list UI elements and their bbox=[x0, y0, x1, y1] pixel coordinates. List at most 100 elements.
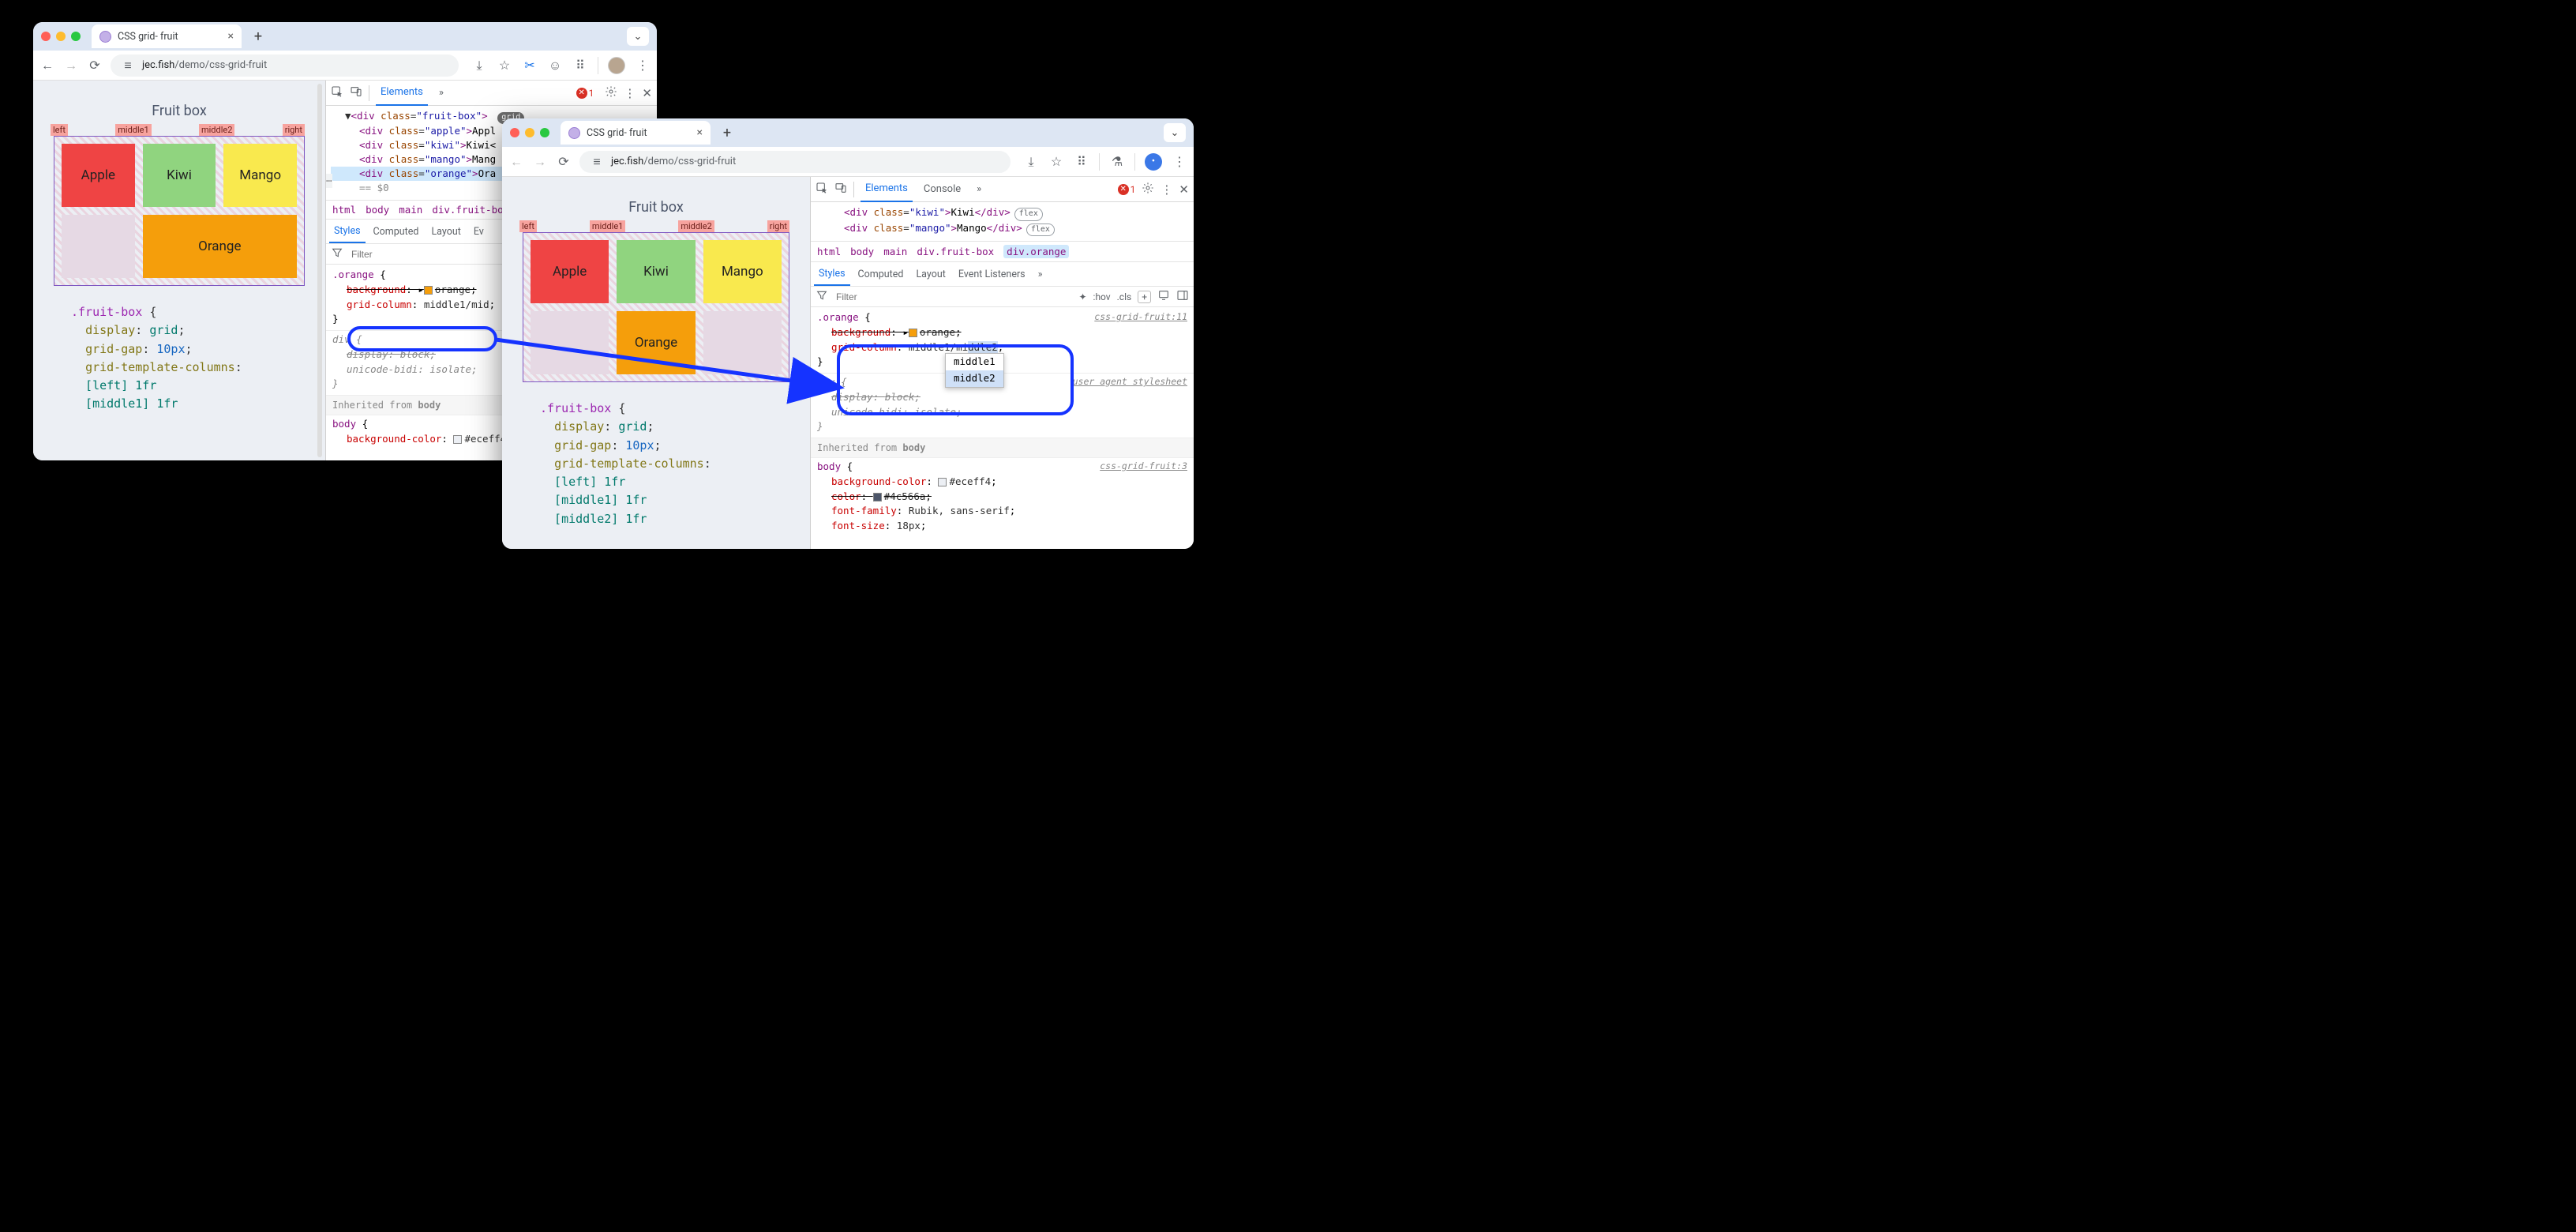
close-window-icon[interactable] bbox=[41, 32, 51, 41]
tab-computed[interactable]: Computed bbox=[853, 262, 909, 286]
cell-kiwi: Kiwi bbox=[143, 144, 216, 207]
fruit-grid: Apple Kiwi Mango Orange bbox=[54, 136, 305, 286]
bookmark-icon[interactable]: ☆ bbox=[1048, 154, 1064, 169]
site-settings-icon[interactable]: ≡ bbox=[589, 154, 605, 170]
tab-styles[interactable]: Styles bbox=[814, 262, 850, 286]
back-button[interactable]: ← bbox=[508, 154, 524, 170]
device-toolbar-icon[interactable] bbox=[834, 182, 847, 197]
tabs-dropdown-button[interactable]: ⌄ bbox=[1164, 123, 1186, 142]
tabs-overflow[interactable]: » bbox=[972, 177, 986, 202]
extensions-icon[interactable]: ⠿ bbox=[572, 58, 588, 73]
error-counter[interactable]: ✕1 bbox=[1118, 184, 1136, 195]
omnibox[interactable]: ≡ jec.fish/demo/css-grid-fruit bbox=[111, 54, 459, 77]
window-controls[interactable] bbox=[41, 32, 81, 41]
reload-button[interactable]: ⟳ bbox=[87, 58, 103, 73]
devtools-close-icon[interactable]: ✕ bbox=[1179, 182, 1189, 197]
autocomplete-item[interactable]: middle2 bbox=[946, 370, 1003, 387]
tab-layout[interactable]: Layout bbox=[911, 262, 950, 286]
page-viewport: Fruit box left middle1 middle2 right App… bbox=[33, 81, 325, 460]
filter-icon bbox=[331, 246, 343, 261]
tab-layout[interactable]: Layout bbox=[426, 220, 465, 243]
minimize-window-icon[interactable] bbox=[525, 128, 534, 137]
line-label-middle2: middle2 bbox=[199, 124, 234, 136]
gutter-more-icon[interactable]: ⋯ bbox=[326, 174, 332, 188]
scrollbar[interactable] bbox=[317, 84, 322, 457]
page-css-source: .fruit-box { display: grid; grid-gap: 10… bbox=[71, 303, 287, 414]
cell-empty bbox=[62, 215, 135, 278]
kebab-menu-icon[interactable]: ⋮ bbox=[635, 58, 651, 73]
browser-tab[interactable]: CSS grid- fruit × bbox=[561, 121, 711, 145]
settings-icon[interactable] bbox=[1142, 182, 1154, 197]
hov-toggle[interactable]: :hov bbox=[1093, 291, 1111, 302]
devtools-close-icon[interactable]: ✕ bbox=[642, 86, 652, 100]
close-tab-icon[interactable]: × bbox=[697, 126, 703, 139]
forward-button[interactable]: → bbox=[63, 58, 79, 73]
install-icon[interactable]: ⤓ bbox=[471, 58, 487, 73]
tab-title: CSS grid- fruit bbox=[118, 31, 178, 43]
url-host: jec.fish bbox=[611, 156, 643, 167]
error-counter[interactable]: ✕1 bbox=[576, 88, 594, 99]
reload-button[interactable]: ⟳ bbox=[556, 154, 572, 169]
close-tab-icon[interactable]: × bbox=[228, 30, 234, 43]
tab-computed[interactable]: Computed bbox=[369, 220, 424, 243]
tab-elements[interactable]: Elements bbox=[376, 81, 428, 106]
tab-styles[interactable]: Styles bbox=[329, 220, 366, 243]
tab-strip: CSS grid- fruit × + ⌄ bbox=[502, 118, 1194, 147]
new-tab-button[interactable]: + bbox=[248, 26, 268, 47]
forward-button[interactable]: → bbox=[532, 154, 548, 170]
autocomplete-popup[interactable]: middle1 middle2 bbox=[945, 353, 1004, 388]
tabs-overflow[interactable]: » bbox=[1033, 262, 1048, 286]
scissors-icon[interactable]: ✂ bbox=[522, 58, 538, 73]
cls-toggle[interactable]: .cls bbox=[1117, 291, 1132, 302]
new-tab-button[interactable]: + bbox=[717, 122, 737, 143]
breadcrumb[interactable]: html body main div.fruit-box div.orange bbox=[811, 241, 1194, 262]
profile-avatar[interactable]: • bbox=[1145, 153, 1162, 171]
devtools-menu-icon[interactable]: ⋮ bbox=[1161, 182, 1172, 197]
line-label-middle1: middle1 bbox=[115, 124, 151, 136]
install-icon[interactable]: ⤓ bbox=[1023, 154, 1039, 170]
close-window-icon[interactable] bbox=[510, 128, 519, 137]
favicon-icon bbox=[99, 31, 111, 43]
filter-icon bbox=[816, 289, 828, 304]
devtools-menu-icon[interactable]: ⋮ bbox=[624, 86, 636, 100]
autocomplete-item[interactable]: middle1 bbox=[946, 354, 1003, 370]
omnibox[interactable]: ≡ jec.fish/demo/css-grid-fruit bbox=[579, 151, 1011, 173]
browser-tab[interactable]: CSS grid- fruit × bbox=[92, 24, 242, 48]
tab-event-listeners[interactable]: Event Listeners bbox=[954, 262, 1030, 286]
zoom-window-icon[interactable] bbox=[540, 128, 549, 137]
tab-console[interactable]: Console bbox=[919, 177, 966, 202]
inspect-icon[interactable] bbox=[331, 85, 343, 101]
robot-icon[interactable]: ☺ bbox=[547, 58, 563, 73]
back-button[interactable]: ← bbox=[39, 58, 55, 73]
device-toolbar-icon[interactable] bbox=[350, 85, 362, 101]
zoom-window-icon[interactable] bbox=[71, 32, 81, 41]
grid-line-labels: left middle1 middle2 right bbox=[33, 124, 325, 136]
styles-filter-input[interactable] bbox=[834, 291, 1072, 303]
dom-tree[interactable]: <div class="kiwi">Kiwi</div>flex <div cl… bbox=[811, 202, 1194, 241]
grid-line-labels: left middle1 middle2 right bbox=[502, 220, 810, 232]
panel-icon[interactable] bbox=[1176, 289, 1189, 304]
device-icon[interactable] bbox=[1157, 289, 1170, 304]
site-settings-icon[interactable]: ≡ bbox=[120, 58, 136, 73]
page-title: Fruit box bbox=[33, 103, 325, 119]
settings-icon[interactable] bbox=[605, 85, 617, 101]
tab-event-listeners[interactable]: Ev bbox=[469, 220, 489, 243]
extensions-icon[interactable]: ⠿ bbox=[1074, 154, 1089, 169]
tabs-dropdown-button[interactable]: ⌄ bbox=[627, 27, 649, 46]
window-controls[interactable] bbox=[510, 128, 549, 137]
tabs-overflow[interactable]: » bbox=[434, 81, 448, 106]
page-title: Fruit box bbox=[502, 199, 810, 216]
minimize-window-icon[interactable] bbox=[56, 32, 66, 41]
nav-toolbar: ← → ⟳ ≡ jec.fish/demo/css-grid-fruit ⤓ ☆… bbox=[502, 147, 1194, 177]
labs-icon[interactable]: ⚗ bbox=[1109, 154, 1125, 169]
url-path: /demo/css-grid-fruit bbox=[643, 156, 736, 167]
tab-elements[interactable]: Elements bbox=[861, 177, 913, 202]
inspect-icon[interactable] bbox=[816, 182, 828, 197]
kebab-menu-icon[interactable]: ⋮ bbox=[1172, 154, 1187, 169]
profile-avatar[interactable] bbox=[608, 57, 625, 74]
page-css-source: .fruit-box { display: grid; grid-gap: 10… bbox=[540, 400, 772, 528]
ai-icon[interactable]: ✦ bbox=[1078, 291, 1086, 302]
bookmark-icon[interactable]: ☆ bbox=[497, 58, 512, 73]
new-rule-button[interactable]: + bbox=[1138, 291, 1151, 303]
styles-pane[interactable]: css-grid-fruit:11 .orange { background: … bbox=[811, 307, 1194, 549]
